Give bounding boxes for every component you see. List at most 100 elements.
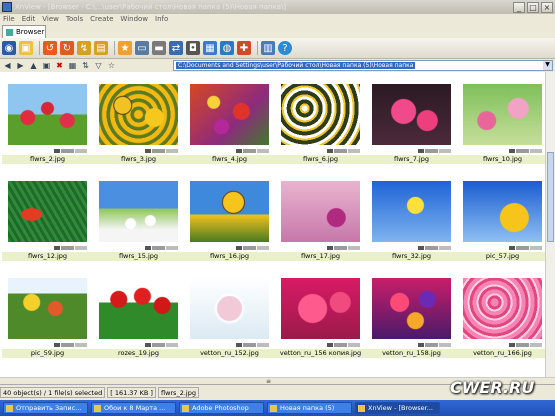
- thumbnail-item[interactable]: flwrs_6.jpg: [275, 84, 366, 164]
- file-info-icons: [2, 149, 93, 154]
- tab-browser-label: Browser: [16, 28, 45, 36]
- maximize-button[interactable]: □: [527, 1, 539, 13]
- slideshow-icon[interactable]: ★: [118, 41, 132, 55]
- close-button[interactable]: ×: [541, 1, 553, 13]
- thumbnail-filename: flwrs_6.jpg: [275, 155, 366, 164]
- taskbar-item[interactable]: XnView - [Browser...: [355, 402, 440, 414]
- thumbnail-item[interactable]: flwrs_2.jpg: [2, 84, 93, 164]
- rotate-left-icon[interactable]: ↺: [43, 41, 57, 55]
- flower-photo-icon: [281, 181, 360, 242]
- thumbnail-item[interactable]: vetton_ru_156 копия.jpg: [275, 278, 366, 358]
- toolbar-separator: [257, 41, 258, 55]
- flower-photo-icon: [190, 84, 269, 145]
- minimize-button[interactable]: _: [513, 1, 525, 13]
- menu-info[interactable]: Info: [155, 15, 168, 23]
- thumbnail-item[interactable]: pic_57.jpg: [457, 181, 545, 261]
- file-info-icons: [184, 246, 275, 251]
- delete-icon[interactable]: ✖: [54, 60, 65, 71]
- tools-icon[interactable]: ✚: [237, 41, 251, 55]
- thumbnail-item[interactable]: vetton_ru_152.jpg: [184, 278, 275, 358]
- help-icon[interactable]: ?: [278, 41, 292, 55]
- file-info-icons: [366, 149, 457, 154]
- scan-icon[interactable]: ▭: [135, 41, 149, 55]
- thumbnail-filename: flwrs_3.jpg: [93, 155, 184, 164]
- folder-icon[interactable]: ▤: [94, 41, 108, 55]
- menu-create[interactable]: Create: [90, 15, 113, 23]
- thumbnail-item[interactable]: rozes_19.jpg: [93, 278, 184, 358]
- xnview-app-icon: [2, 2, 12, 12]
- thumbnail-item[interactable]: flwrs_10.jpg: [457, 84, 545, 164]
- filter-icon[interactable]: ▽: [93, 60, 104, 71]
- file-info-icons: [275, 149, 366, 154]
- thumbnail-filename: vetton_ru_166.jpg: [457, 349, 545, 358]
- thumbnail-item[interactable]: flwrs_3.jpg: [93, 84, 184, 164]
- flower-photo-icon: [463, 84, 542, 145]
- taskbar-item[interactable]: Обои к 8 Марта ...: [91, 402, 176, 414]
- file-info-icons: [275, 343, 366, 348]
- thumbnail-item[interactable]: pic_59.jpg: [2, 278, 93, 358]
- refresh-icon[interactable]: ↯: [77, 41, 91, 55]
- view-mode-icon[interactable]: ▦: [67, 60, 78, 71]
- menu-window[interactable]: Window: [120, 15, 148, 23]
- flower-photo-icon: [281, 84, 360, 145]
- convert-icon[interactable]: ⇄: [169, 41, 183, 55]
- sort-icon[interactable]: ⇅: [80, 60, 91, 71]
- file-info-icons: [2, 246, 93, 251]
- web-icon[interactable]: ◍: [220, 41, 234, 55]
- thumbnail-item[interactable]: flwrs_32.jpg: [366, 181, 457, 261]
- options-icon[interactable]: ▥: [261, 41, 275, 55]
- status-filename: flwrs_2.jpg: [157, 387, 199, 398]
- thumbnail-item[interactable]: flwrs_16.jpg: [184, 181, 275, 261]
- flower-photo-icon: [372, 278, 451, 339]
- thumbnail-filename: pic_59.jpg: [2, 349, 93, 358]
- file-info-icons: [93, 246, 184, 251]
- site-watermark: CWER.RU: [450, 378, 535, 397]
- scrollbar-thumb[interactable]: [547, 152, 554, 242]
- thumbnail-filename: vetton_ru_158.jpg: [366, 349, 457, 358]
- thumbnail-item[interactable]: flwrs_4.jpg: [184, 84, 275, 164]
- thumbnail-item[interactable]: flwrs_17.jpg: [275, 181, 366, 261]
- new-folder-icon[interactable]: ▣: [41, 60, 52, 71]
- open-folder-icon[interactable]: ▣: [19, 41, 33, 55]
- screen-capture-icon[interactable]: ▦: [203, 41, 217, 55]
- print-icon[interactable]: ▬: [152, 41, 166, 55]
- thumbnail-grid: flwrs_2.jpg flwrs_3.jpg flwrs_4.jpg flwr…: [0, 72, 545, 377]
- up-folder-icon[interactable]: ▲: [28, 60, 39, 71]
- taskbar-item[interactable]: Новая папка (5): [267, 402, 352, 414]
- menu-view[interactable]: View: [42, 15, 59, 23]
- file-info-icons: [184, 343, 275, 348]
- thumbnail-item[interactable]: flwrs_12.jpg: [2, 181, 93, 261]
- status-size: [ 161.37 KB ]: [107, 387, 156, 398]
- taskbar-item[interactable]: Adobe Photoshop: [179, 402, 264, 414]
- flower-photo-icon: [99, 278, 178, 339]
- tab-browser[interactable]: Browser: [2, 25, 46, 38]
- back-icon[interactable]: ◀: [2, 60, 13, 71]
- thumbnail-item[interactable]: vetton_ru_166.jpg: [457, 278, 545, 358]
- file-info-icons: [275, 246, 366, 251]
- menu-file[interactable]: File: [3, 15, 15, 23]
- windows-taskbar: Отправить Запис... Обои к 8 Марта ... Ad…: [0, 400, 555, 416]
- thumbnail-filename: flwrs_17.jpg: [275, 252, 366, 261]
- chevron-down-icon[interactable]: ▼: [543, 61, 552, 70]
- thumbnail-filename: flwrs_7.jpg: [366, 155, 457, 164]
- flower-photo-icon: [463, 181, 542, 242]
- favorites-icon[interactable]: ☆: [106, 60, 117, 71]
- browser-view-icon[interactable]: ◉: [2, 41, 16, 55]
- rotate-right-icon[interactable]: ↻: [60, 41, 74, 55]
- thumbnail-filename: pic_57.jpg: [457, 252, 545, 261]
- thumbnail-item[interactable]: flwrs_7.jpg: [366, 84, 457, 164]
- address-path: C:\Documents and Settings\user\Рабочий с…: [176, 62, 416, 69]
- address-toolbar: ◀ ▶ ▲ ▣ ✖ ▦ ⇅ ▽ ☆ C:\Documents and Setti…: [0, 59, 555, 72]
- flower-photo-icon: [99, 84, 178, 145]
- camera-icon[interactable]: ◘: [186, 41, 200, 55]
- menu-bar: File Edit View Tools Create Window Info: [0, 14, 555, 24]
- thumbnail-item[interactable]: flwrs_15.jpg: [93, 181, 184, 261]
- thumbnail-item[interactable]: vetton_ru_158.jpg: [366, 278, 457, 358]
- vertical-scrollbar[interactable]: [545, 72, 555, 377]
- taskbar-item[interactable]: Отправить Запис...: [3, 402, 88, 414]
- address-field[interactable]: C:\Documents and Settings\user\Рабочий с…: [173, 60, 553, 71]
- menu-edit[interactable]: Edit: [22, 15, 36, 23]
- menu-tools[interactable]: Tools: [66, 15, 83, 23]
- forward-icon[interactable]: ▶: [15, 60, 26, 71]
- flower-photo-icon: [190, 181, 269, 242]
